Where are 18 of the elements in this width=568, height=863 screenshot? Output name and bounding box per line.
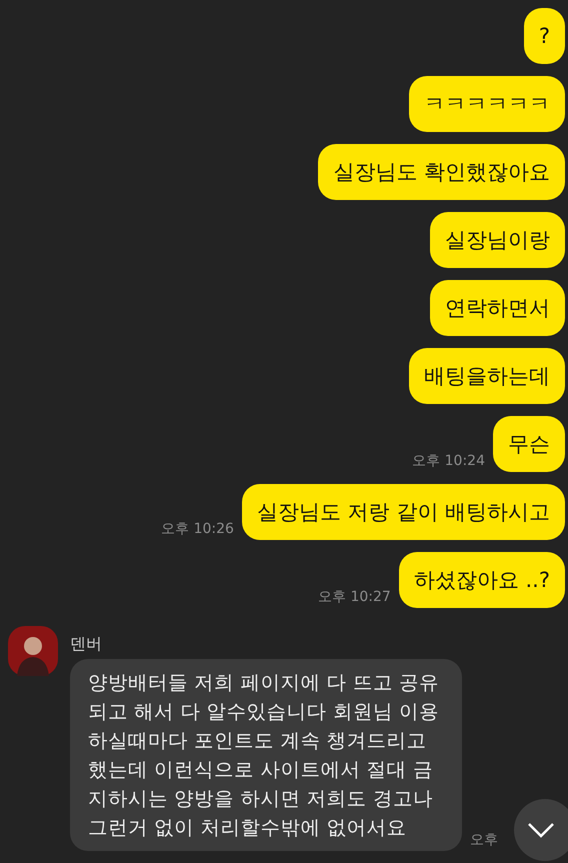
message-time: 오후: [470, 831, 498, 850]
sent-message: ㅋㅋㅋㅋㅋㅋ: [409, 76, 565, 132]
received-message: 양방배터들 저희 페이지에 다 뜨고 공유되고 해서 다 알수있습니다 회원님 이용하실때마다 포인트도 계속 챙겨드리고 했는데 이런식으로 사이트에서 절대 금지하시는 양방을 하시면 저희도 경고나 그런거 없이 처리할수밖에 없어서요: [70, 659, 462, 851]
sent-message: ?: [524, 8, 565, 64]
avatar: [8, 626, 58, 676]
sent-message: 실장님도 확인했잖아요: [318, 144, 565, 200]
sent-message: 하셨잖아요 ..?: [398, 552, 565, 608]
sent-message: 연락하면서: [430, 280, 565, 336]
sent-message: 실장님이랑: [430, 212, 565, 268]
sent-message: 무슨: [493, 416, 565, 472]
message-time: 오후 10:26: [161, 520, 234, 539]
chevron-down-icon: [527, 822, 555, 838]
sent-message: 실장님도 저랑 같이 배팅하시고: [242, 484, 565, 540]
message-time: 오후 10:27: [318, 588, 391, 607]
sent-message: 배팅을하는데: [409, 348, 565, 404]
sender-name: 덴버: [70, 634, 103, 655]
message-time: 오후 10:24: [412, 452, 485, 471]
scroll-down-button[interactable]: [514, 799, 568, 861]
